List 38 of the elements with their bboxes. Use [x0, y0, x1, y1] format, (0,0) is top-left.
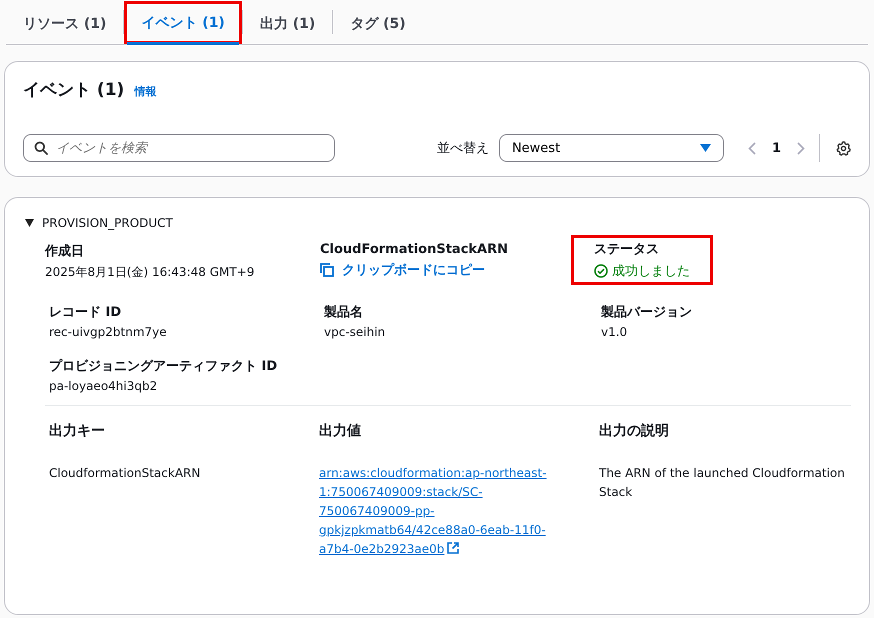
tab[interactable]: イベント (1) — [124, 0, 242, 44]
previous-page-icon[interactable] — [748, 142, 756, 154]
field-label: ステータス — [594, 241, 660, 258]
column-header: 出力値 — [319, 422, 362, 440]
tab[interactable]: タグ (5) — [333, 2, 423, 42]
panel-title: イベント (1) — [23, 79, 124, 101]
field-label: プロビジョニングアーティファクト ID — [49, 358, 278, 375]
column-header: 出力キー — [49, 422, 106, 440]
table-cell-text: CloudformationStackARN — [49, 465, 202, 482]
field-value: rec-uivgp2btnm7ye — [49, 325, 168, 339]
tab[interactable]: リソース (1) — [6, 2, 124, 42]
field-label: レコード ID — [49, 304, 122, 321]
sort-label: 並べ替え — [436, 140, 489, 157]
next-page-icon[interactable] — [797, 142, 805, 154]
table-cell-text: The ARN of the launched Cloudformation Stack — [599, 465, 846, 501]
info-link[interactable]: 情報 — [134, 84, 156, 99]
field-value: vpc-seihin — [324, 325, 386, 339]
status-text: 成功しました — [612, 263, 690, 280]
sort-dropdown[interactable]: Newest — [498, 134, 724, 162]
copy-icon — [320, 263, 334, 277]
field-label: 製品名 — [324, 304, 364, 321]
page-number[interactable]: 1 — [772, 140, 781, 156]
copy-button[interactable]: クリップボードにコピー — [320, 261, 597, 279]
field-label: 製品バージョン — [601, 304, 693, 321]
field-label: 作成日 — [45, 243, 85, 260]
external-link-icon — [447, 542, 460, 554]
success-icon — [594, 264, 608, 278]
caret-icon — [700, 144, 711, 152]
field-label: CloudFormationStackARN — [320, 242, 510, 257]
search-field[interactable]: イベントを検索 — [23, 134, 335, 162]
field-value: v1.0 — [601, 325, 628, 339]
arn-link[interactable]: arn:aws:cloudformation:ap-northeast-1:750067409009:stack/SC-750067409009-pp-gpkjzpkmatb64/42ce88a0-6eab-11f0-a7b4-0e2b2923ae0b — [319, 464, 559, 559]
column-header: 出力の説明 — [599, 422, 670, 440]
search-icon — [34, 141, 48, 155]
field-value: pa-loyaeo4hi3qb2 — [49, 379, 158, 393]
tab[interactable]: 出力 (1) — [242, 2, 332, 42]
settings-icon[interactable] — [836, 140, 851, 156]
field-value: 2025年8月1日(金) 16:43:48 GMT+9 — [45, 264, 256, 281]
